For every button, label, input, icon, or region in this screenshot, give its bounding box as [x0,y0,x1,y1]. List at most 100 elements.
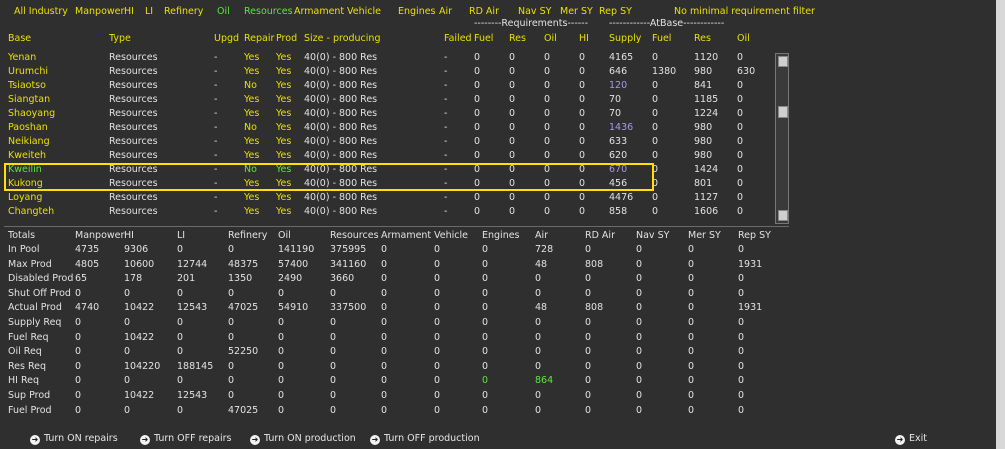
cell-b_oil: 0 [737,136,744,147]
filter-manpower[interactable]: Manpower [75,6,124,18]
column-header-3[interactable]: Repair [244,33,274,45]
totals-value: 0 [75,346,82,358]
cell-type: Resources [109,94,158,105]
filter-rep-sy[interactable]: Rep SY [599,6,632,18]
filter-no-minimal-requirement-filter[interactable]: No minimal requirement filter [674,6,815,18]
cell-res: 0 [509,136,516,147]
column-header-7[interactable]: Fuel [474,33,493,45]
totals-value: 0 [636,375,643,387]
filter-refinery[interactable]: Refinery [164,6,203,18]
filter-mer-sy[interactable]: Mer SY [560,6,593,18]
totals-value: 0 [381,258,388,270]
cell-b_oil: 0 [737,94,744,105]
cell-size: 40(0) - 800 Res [304,192,378,203]
totals-value: 0 [636,360,643,372]
totals-value: 0 [228,317,235,328]
column-header-12[interactable]: Fuel [652,33,671,45]
cell-type: Resources [109,122,158,133]
cell-oil: 0 [544,136,551,147]
arrow-circle-icon: ➜ [30,435,40,445]
filter-li[interactable]: LI [145,6,153,18]
totals-value: 0 [434,287,441,299]
filter-vehicle[interactable]: Vehicle [347,6,381,18]
totals-value: 0 [330,360,337,372]
totals-value: 0 [585,346,592,358]
totals-value: 808 [585,302,604,314]
cell-size: 40(0) - 800 Res [304,206,378,217]
cell-upgd: - [214,66,218,77]
totals-value: 0 [482,331,489,343]
totals-value: 178 [124,273,143,285]
totals-value: 0 [381,273,388,285]
scroll-down-arrow[interactable] [778,210,788,221]
list-scrollbar[interactable] [775,53,789,224]
cell-res: 0 [509,206,516,217]
turn-off-repairs-button[interactable]: ➜ Turn OFF repairs [140,432,231,446]
cell-name: Kweiteh [8,150,47,161]
scroll-thumb[interactable] [778,106,788,118]
totals-value: 54910 [278,302,309,314]
totals-value: 0 [434,375,441,387]
cell-repair: Yes [244,108,260,119]
exit-label: Exit [909,433,927,444]
filter-all-industry[interactable]: All Industry [14,6,68,18]
cell-supply: 646 [609,66,628,77]
totals-value: 0 [688,258,695,270]
totals-value: 0 [381,375,388,387]
totals-value: 0 [636,317,643,328]
cell-b_fuel: 0 [652,206,659,217]
column-header-14[interactable]: Oil [737,33,750,45]
totals-value: 0 [738,273,745,285]
cell-b_res: 1185 [694,94,719,105]
totals-value: 201 [177,273,196,285]
cell-b_fuel: 0 [652,122,659,133]
cell-oil: 0 [544,94,551,105]
column-header-13[interactable]: Res [694,33,711,45]
totals-value: 47025 [228,404,259,416]
totals-row-label: Supply Req [8,317,62,328]
cell-b_res: 801 [694,178,713,189]
totals-value: 0 [738,375,745,387]
cell-b_fuel: 0 [652,80,659,91]
filter-hi[interactable]: HI [124,6,134,18]
totals-row-label: Oil Req [8,346,42,358]
filter-armament[interactable]: Armament [294,6,344,18]
totals-value: 0 [381,346,388,358]
column-header-4[interactable]: Prod [276,33,297,45]
totals-value: 0 [124,287,131,299]
column-header-0[interactable]: Base [8,33,31,45]
cell-b_fuel: 0 [652,94,659,105]
filter-nav-sy[interactable]: Nav SY [518,6,551,18]
totals-value: 0 [636,273,643,285]
totals-value: 0 [124,375,131,387]
turn-on-production-button[interactable]: ➜ Turn ON production [250,432,356,446]
column-header-2[interactable]: Upgd [214,33,239,45]
filter-rd-air[interactable]: RD Air [469,6,499,18]
column-header-11[interactable]: Supply [609,33,641,45]
totals-value: 0 [75,331,82,343]
turn-off-production-button[interactable]: ➜ Turn OFF production [370,432,480,446]
cell-repair: Yes [244,192,260,203]
totals-value: 0 [228,390,235,401]
totals-value: 808 [585,258,604,270]
cell-res: 0 [509,192,516,203]
turn-on-repairs-button[interactable]: ➜ Turn ON repairs [30,432,118,446]
filter-resources[interactable]: Resources [244,6,293,18]
column-header-6[interactable]: Failed [444,33,472,45]
cell-failed: - [444,122,448,133]
column-header-9[interactable]: Oil [544,33,557,45]
column-header-5[interactable]: Size - producing [304,33,380,45]
scroll-up-arrow[interactable] [778,56,788,67]
filter-engines[interactable]: Engines [398,6,436,18]
column-header-10[interactable]: HI [579,33,589,45]
column-header-1[interactable]: Type [109,33,131,45]
exit-button[interactable]: ➜ Exit [895,432,927,446]
cell-b_res: 980 [694,122,713,133]
cell-failed: - [444,52,448,63]
totals-value: 0 [535,390,542,401]
totals-header-13: Mer SY [688,230,721,241]
filter-air[interactable]: Air [439,6,452,18]
totals-value: 3660 [330,273,355,285]
column-header-8[interactable]: Res [509,33,526,45]
filter-oil[interactable]: Oil [217,6,230,18]
